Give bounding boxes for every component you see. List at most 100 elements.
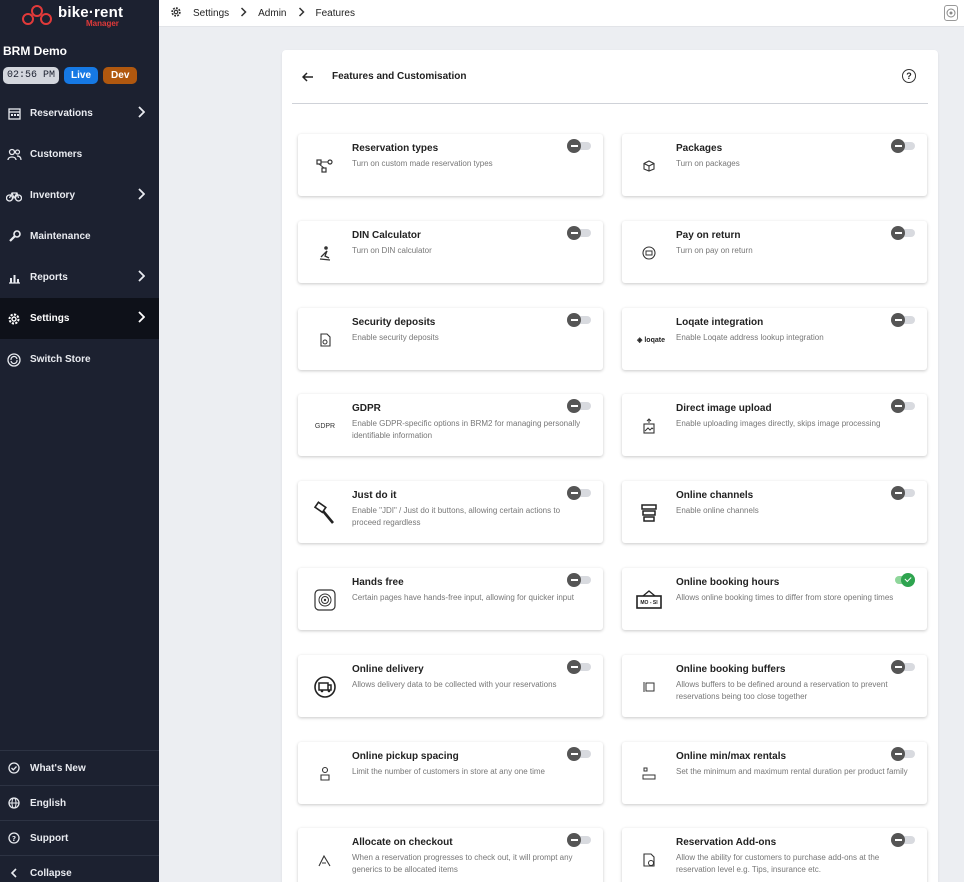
sidebar-item-switch-store[interactable]: Switch Store [0, 339, 159, 380]
feature-title: Security deposits [352, 316, 436, 328]
feature-description: Enable online channels [676, 506, 759, 516]
sidebar-bottom: What's New English ? Support Collapse [0, 750, 159, 882]
support-label: Support [30, 832, 69, 844]
feature-description: Set the minimum and maximum rental durat… [676, 766, 908, 776]
sidebar-item-reports[interactable]: Reports [0, 257, 159, 298]
whats-new-label: What's New [30, 762, 86, 774]
feature-toggle[interactable] [891, 573, 915, 587]
feature-description: Turn on custom made reservation types [352, 159, 493, 168]
feature-title: Online booking hours [676, 577, 780, 588]
feature-toggle[interactable] [567, 312, 591, 327]
breadcrumb-features: Features [315, 7, 355, 19]
feature-toggle[interactable] [891, 659, 915, 674]
feature-card: Online channels Enable online channels [622, 481, 927, 544]
feature-toggle[interactable] [891, 746, 915, 761]
feature-card: Online min/max rentals Set the minimum an… [622, 741, 927, 804]
sidebar-item-label: Inventory [30, 190, 76, 201]
feature-description: Enable security deposits [352, 332, 439, 342]
calendar-icon [6, 106, 22, 122]
feature-title: Reservation types [352, 143, 439, 154]
sidebar-item-label: Customers [30, 149, 83, 160]
nodes-icon [312, 154, 338, 178]
feature-toggle[interactable] [567, 833, 591, 848]
switch-icon [6, 352, 22, 368]
gear-icon [6, 311, 22, 327]
feature-toggle[interactable] [567, 746, 591, 761]
whats-new-button[interactable]: What's New [0, 750, 159, 785]
pickup-icon [312, 762, 338, 786]
chevron-right-icon [137, 188, 146, 203]
feature-toggle[interactable] [567, 659, 591, 674]
page-title: Features and Customisation [332, 71, 467, 82]
chevron-right-icon [298, 6, 305, 20]
feature-toggle[interactable] [891, 312, 915, 327]
store-name: BRM Demo [3, 44, 68, 58]
deposit-icon [312, 328, 338, 352]
sidebar-item-maintenance[interactable]: Maintenance [0, 216, 159, 257]
loqate-logo: ◈ loqate [637, 336, 665, 344]
feature-description: When a reservation progresses to check o… [352, 853, 573, 875]
sidebar-item-inventory[interactable]: Inventory [0, 175, 159, 216]
help-icon[interactable]: ? [902, 69, 916, 83]
feature-description: Certain pages have hands-free input, all… [352, 593, 574, 602]
buffer-icon [636, 675, 662, 699]
feature-toggle[interactable] [567, 573, 591, 587]
dev-badge[interactable]: Dev [103, 67, 138, 84]
breadcrumb-settings[interactable]: Settings [193, 8, 229, 19]
sidebar-item-label: Reports [30, 272, 68, 283]
sidebar: bike·rent Manager BRM Demo 02:56 PM Live… [0, 0, 159, 882]
back-arrow-icon[interactable] [302, 69, 318, 85]
feature-title: Packages [676, 143, 723, 154]
top-bar: Settings Admin Features [159, 0, 964, 27]
feature-toggle[interactable] [567, 399, 591, 414]
feature-card: Reservation types Turn on custom made res… [298, 134, 603, 196]
feature-toggle[interactable] [567, 225, 591, 240]
feature-card: ◈ loqate Loqate integration Enable Loqate … [622, 307, 927, 370]
feature-toggle[interactable] [567, 139, 591, 153]
sidebar-item-label: Reservations [30, 108, 93, 119]
language-button[interactable]: English [0, 785, 159, 820]
svg-text:?: ? [12, 835, 16, 843]
sidebar-item-customers[interactable]: Customers [0, 134, 159, 175]
help-circle-icon: ? [6, 830, 22, 846]
badge-check-icon [6, 760, 22, 776]
live-badge[interactable]: Live [64, 67, 99, 84]
feature-title: Online min/max rentals [676, 750, 787, 762]
feature-description: Enable GDPR-specific options in BRM2 for… [352, 419, 581, 441]
feature-toggle[interactable] [567, 486, 591, 501]
chevron-right-icon [137, 106, 146, 121]
sidebar-item-settings[interactable]: Settings [0, 298, 159, 339]
feature-card: GDPR GDPR Enable GDPR-specific options in … [298, 394, 603, 457]
contactless-icon[interactable] [944, 5, 958, 21]
users-icon [6, 147, 22, 163]
feature-card: Reservation Add-ons Allow the ability for… [622, 828, 927, 882]
sidebar-nav: Reservations Customers Inventory Mainten… [0, 93, 159, 380]
feature-description: Allows buffers to be defined around a re… [676, 679, 888, 701]
feature-toggle[interactable] [891, 399, 915, 414]
app-logo[interactable]: bike·rent Manager [0, 0, 159, 32]
feature-toggle[interactable] [891, 486, 915, 501]
feature-title: DIN Calculator [352, 229, 421, 241]
feature-description: Turn on DIN calculator [352, 245, 432, 255]
bike-icon [6, 188, 22, 204]
feature-card: Just do it Enable "JDI" / Just do it butt… [298, 481, 603, 544]
minmax-icon [636, 762, 662, 786]
feature-toggle[interactable] [891, 139, 915, 153]
feature-description: Enable Loqate address lookup integration [676, 332, 824, 342]
feature-toggle[interactable] [891, 833, 915, 848]
sidebar-item-reservations[interactable]: Reservations [0, 93, 159, 134]
collapse-button[interactable]: Collapse [0, 855, 159, 882]
feature-toggle[interactable] [891, 225, 915, 240]
breadcrumb-admin[interactable]: Admin [258, 8, 286, 19]
feature-card: Hands free Certain pages have hands-free … [298, 568, 603, 630]
logo-text: bike·rent [58, 3, 124, 21]
globe-icon [6, 795, 22, 811]
feature-card: Online delivery Allows delivery data to b… [298, 654, 603, 717]
support-button[interactable]: ? Support [0, 820, 159, 855]
feature-title: Online delivery [352, 663, 424, 675]
feature-description: Enable uploading images directly, skips … [676, 419, 881, 429]
chevron-right-icon [137, 270, 146, 285]
sidebar-item-label: Switch Store [30, 354, 91, 365]
box-icon [636, 154, 662, 178]
breadcrumb: Settings Admin Features [159, 6, 355, 21]
